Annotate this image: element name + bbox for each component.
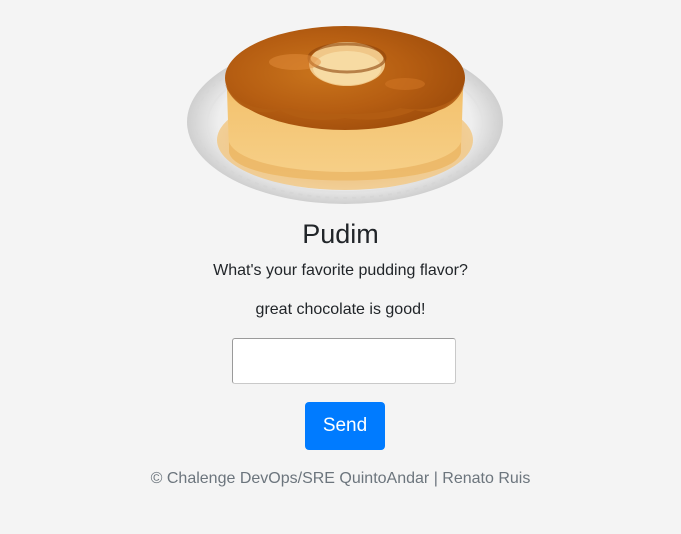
pudim-image: [187, 26, 503, 204]
answer-text: great chocolate is good!: [255, 301, 426, 318]
footer-text: © Chalenge DevOps/SRE QuintoAndar | Rena…: [150, 470, 531, 487]
question-text: What's your favorite pudding flavor?: [213, 262, 468, 279]
flavor-input[interactable]: [232, 338, 456, 384]
page: Pudim What's your favorite pudding flavo…: [0, 0, 681, 534]
send-button[interactable]: Send: [305, 402, 385, 450]
page-title: Pudim: [302, 219, 379, 249]
